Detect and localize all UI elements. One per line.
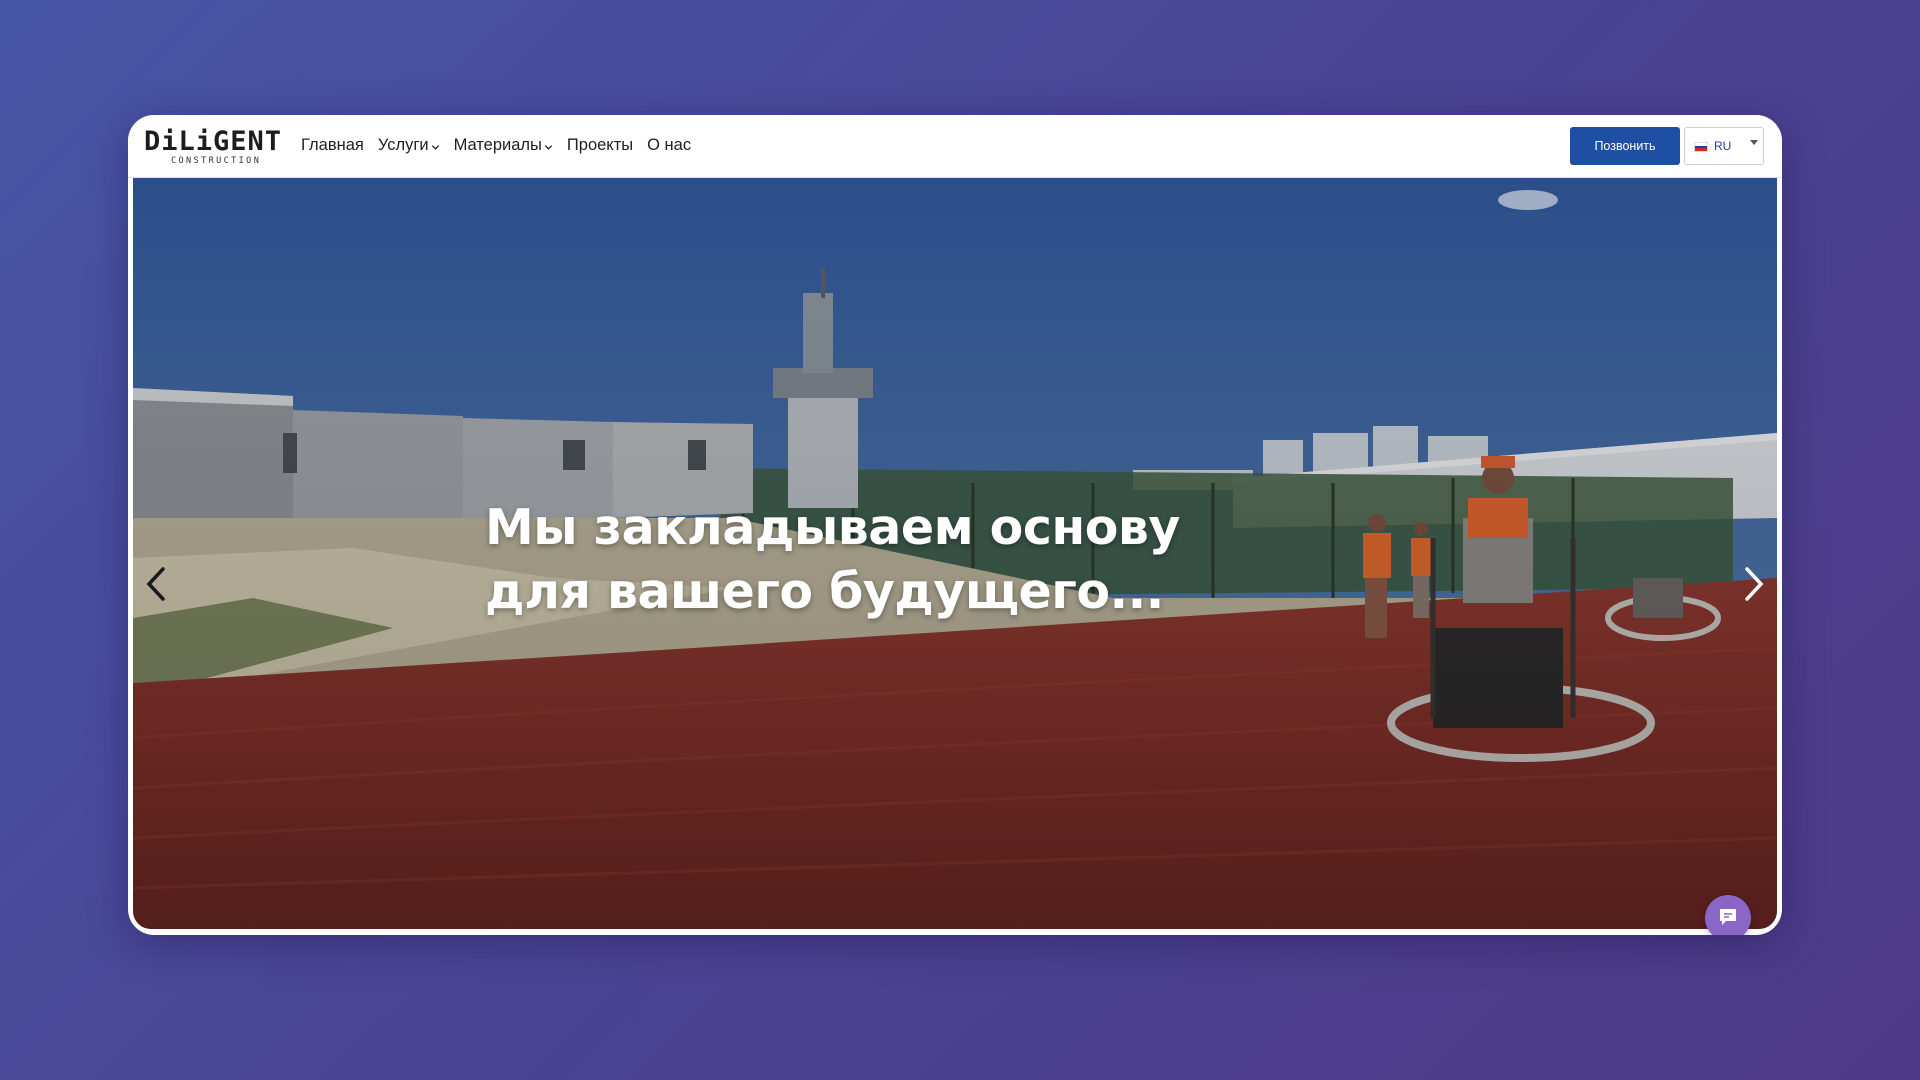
nav-item-label: Услуги [377, 136, 429, 154]
nav-item-projects[interactable]: Проекты [567, 133, 633, 157]
nav-item-materials[interactable]: Материалы [454, 133, 553, 157]
nav-item-label: Проекты [566, 136, 634, 154]
logo-subtitle: CONSTRUCTION [171, 156, 262, 166]
language-label: RU [1714, 139, 1732, 153]
chat-widget-button[interactable] [1705, 895, 1751, 935]
nav-item-label: О нас [647, 136, 692, 154]
hero-title-line-2: для вашего будущего... [485, 563, 1164, 620]
chevron-left-icon[interactable] [143, 563, 169, 605]
main-nav: Главная Услуги Материалы Проекты О нас [301, 133, 691, 157]
chevron-right-icon[interactable] [1741, 563, 1767, 605]
logo[interactable]: DiLiGENT CONSTRUCTION [144, 127, 284, 167]
nav-item-about[interactable]: О нас [647, 133, 691, 157]
nav-item-label: Главная [301, 136, 364, 154]
chevron-down-icon [431, 144, 439, 150]
browser-window: DiLiGENT CONSTRUCTION Главная Услуги Мат… [128, 115, 1782, 935]
nav-item-label: Материалы [453, 136, 542, 154]
chevron-down-icon [544, 144, 553, 150]
hero-slider: Мы закладываем основу для вашего будущег… [133, 178, 1777, 929]
logo-text: DiLiGENT [144, 126, 283, 157]
nav-item-services[interactable]: Услуги [378, 133, 440, 157]
hero-title-line-1: Мы закладываем основу [485, 499, 1180, 556]
call-button[interactable]: Позвонить [1570, 127, 1680, 165]
chat-bubble-icon [1720, 909, 1736, 925]
flag-ru-icon [1694, 142, 1708, 152]
hero-title: Мы закладываем основу для вашего будущег… [485, 496, 1180, 624]
nav-item-home[interactable]: Главная [301, 133, 364, 157]
language-select[interactable]: RU [1684, 127, 1764, 165]
chevron-down-icon [1750, 140, 1758, 145]
site-header: DiLiGENT CONSTRUCTION Главная Услуги Мат… [128, 115, 1782, 178]
